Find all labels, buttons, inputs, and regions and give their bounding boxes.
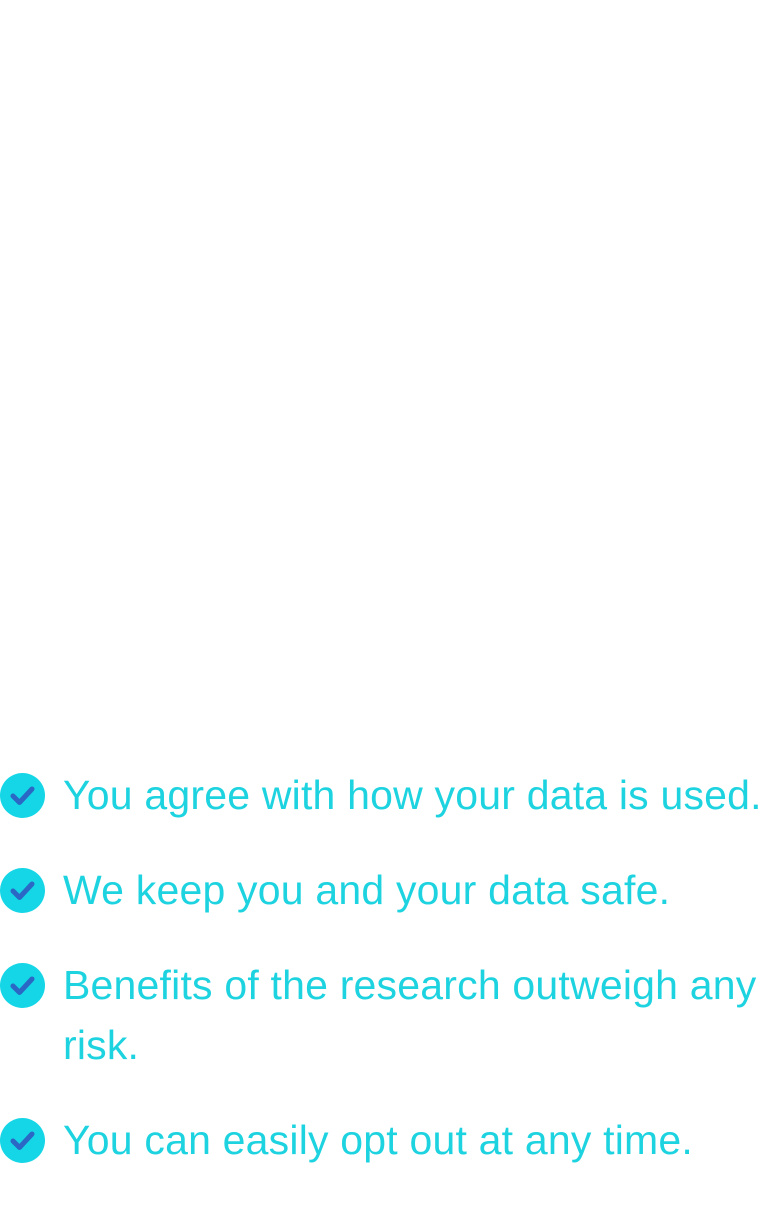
checklist-item: You agree with how your data is used. <box>0 765 774 825</box>
check-circle-icon <box>0 773 45 818</box>
checklist-item-text: You agree with how your data is used. <box>63 772 762 818</box>
checklist-item: Benefits of the research outweigh any ri… <box>0 955 774 1075</box>
benefits-checklist: You agree with how your data is used. We… <box>0 765 774 1170</box>
checklist-item-text: You can easily opt out at any time. <box>63 1117 693 1163</box>
checklist-item-text: Benefits of the research outweigh any ri… <box>63 962 757 1068</box>
check-circle-icon <box>0 868 45 913</box>
checklist-item: You can easily opt out at any time. <box>0 1110 774 1170</box>
checklist-item: We keep you and your data safe. <box>0 860 774 920</box>
check-circle-icon <box>0 963 45 1008</box>
check-circle-icon <box>0 1118 45 1163</box>
checklist-item-text: We keep you and your data safe. <box>63 867 671 913</box>
